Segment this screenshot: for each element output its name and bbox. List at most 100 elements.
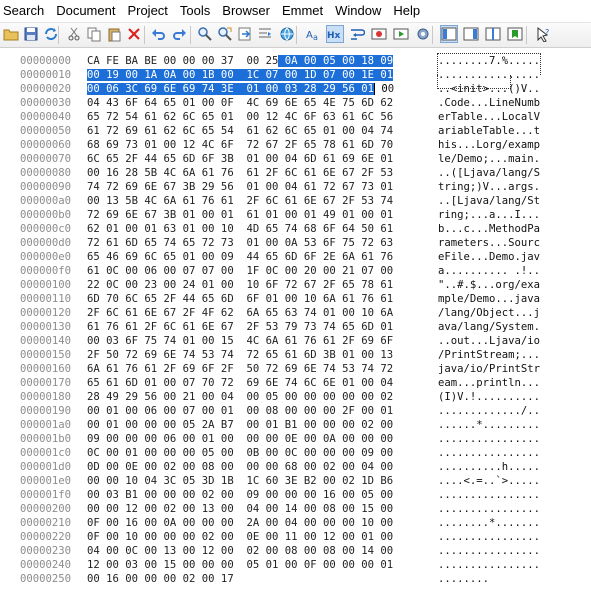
ascii-text[interactable]: ..[Ljava/lang/St: [438, 194, 540, 208]
ascii-text[interactable]: (I)V.!..........: [438, 390, 540, 404]
menu-document[interactable]: Document: [50, 0, 121, 22]
ascii-text[interactable]: ava/lang/System.: [438, 320, 540, 334]
hex-bytes[interactable]: 0F 00 16 00 0A 00 00 00 2A 00 04 00 00 0…: [87, 516, 393, 530]
undo-button[interactable]: [150, 25, 168, 43]
hex-bytes[interactable]: 68 69 73 01 00 12 4C 6F 72 67 2F 65 78 6…: [87, 138, 393, 152]
ascii-text[interactable]: erTable...LocalV: [438, 110, 540, 124]
hex-bytes[interactable]: 00 19 00 1A 0A 00 1B 00 1C 07 00 1D 07 0…: [87, 68, 394, 82]
ascii-text[interactable]: tring;)V...args.: [438, 180, 540, 194]
ascii-text[interactable]: ........7.%.....: [438, 54, 540, 68]
ascii-text[interactable]: ................: [438, 558, 540, 572]
ascii-text[interactable]: b...c...MethodPa: [438, 222, 540, 236]
hex-bytes[interactable]: 00 00 12 00 02 00 13 00 04 00 14 00 08 0…: [87, 502, 393, 516]
find-button[interactable]: [196, 25, 214, 43]
ascii-text[interactable]: ................: [438, 432, 540, 446]
menu-window[interactable]: Window: [329, 0, 387, 22]
hex-bytes[interactable]: CA FE BA BE 00 00 00 37 00 25 0A 00 05 0…: [87, 54, 394, 68]
hex-bytes[interactable]: 61 76 61 2F 6C 61 6E 67 2F 53 79 73 74 6…: [87, 320, 393, 334]
menu-help[interactable]: Help: [387, 0, 426, 22]
hex-bytes[interactable]: 00 03 6F 75 74 01 00 15 4C 6A 61 76 61 2…: [87, 334, 393, 348]
ascii-text[interactable]: ....<.=..`>.....: [438, 474, 540, 488]
ascii-text[interactable]: "..#.$...org/exa: [438, 278, 540, 292]
ascii-text[interactable]: ..........h.....: [438, 460, 540, 474]
text-mode-button[interactable]: Aa: [304, 25, 322, 43]
hex-bytes[interactable]: 00 16 28 5B 4C 6A 61 76 61 2F 6C 61 6E 6…: [87, 166, 393, 180]
ascii-text[interactable]: ................: [438, 544, 540, 558]
hex-bytes[interactable]: 28 49 29 56 00 21 00 04 00 05 00 00 00 0…: [87, 390, 393, 404]
menu-browser[interactable]: Browser: [216, 0, 276, 22]
hex-bytes[interactable]: 6A 61 76 61 2F 69 6F 2F 50 72 69 6E 74 5…: [87, 362, 393, 376]
hex-bytes[interactable]: 0C 00 01 00 00 00 05 00 0B 00 0C 00 00 0…: [87, 446, 393, 460]
find-next-button[interactable]: [236, 25, 254, 43]
cut-button[interactable]: [65, 25, 83, 43]
panel-left-button[interactable]: [440, 25, 458, 43]
find-replace-button[interactable]: [216, 25, 234, 43]
ascii-text[interactable]: eam...println...: [438, 376, 540, 390]
paste-button[interactable]: [105, 25, 123, 43]
hex-bytes[interactable]: 00 13 5B 4C 6A 61 76 61 2F 6C 61 6E 67 2…: [87, 194, 393, 208]
hex-bytes[interactable]: 00 06 3C 69 6E 69 74 3E 01 00 03 28 29 5…: [87, 82, 394, 96]
ascii-text[interactable]: eFile...Demo.jav: [438, 250, 540, 264]
hex-bytes[interactable]: 00 00 10 04 3C 05 3D 1B 1C 60 3E B2 00 0…: [87, 474, 393, 488]
ascii-text[interactable]: ............./..: [438, 404, 540, 418]
hex-bytes[interactable]: 00 03 B1 00 00 00 02 00 09 00 00 00 16 0…: [87, 488, 393, 502]
settings-button[interactable]: [414, 25, 432, 43]
redo-button[interactable]: [170, 25, 188, 43]
hex-bytes[interactable]: 2F 50 72 69 6E 74 53 74 72 65 61 6D 3B 0…: [87, 348, 393, 362]
ascii-text[interactable]: ..([Ljava/lang/S: [438, 166, 540, 180]
ascii-text[interactable]: a.......... .!..: [438, 264, 540, 278]
hex-bytes[interactable]: 61 72 69 61 62 6C 65 54 61 62 6C 65 01 0…: [87, 124, 393, 138]
hex-bytes[interactable]: 00 16 00 00 00 02 00 17: [87, 572, 234, 586]
ascii-text[interactable]: ................: [438, 530, 540, 544]
hex-bytes[interactable]: 65 61 6D 01 00 07 70 72 69 6E 74 6C 6E 0…: [87, 376, 393, 390]
ascii-text[interactable]: ........: [438, 572, 489, 586]
hex-bytes[interactable]: 0D 00 0E 00 02 00 08 00 00 00 68 00 02 0…: [87, 460, 393, 474]
hex-bytes[interactable]: 00 01 00 06 00 07 00 01 00 08 00 00 00 2…: [87, 404, 393, 418]
ascii-text[interactable]: ................: [438, 488, 540, 502]
hex-bytes[interactable]: 0F 00 10 00 00 00 02 00 0E 00 11 00 12 0…: [87, 530, 393, 544]
hex-bytes[interactable]: 6C 65 2F 44 65 6D 6F 3B 01 00 04 6D 61 6…: [87, 152, 393, 166]
ascii-text[interactable]: ........*.......: [438, 516, 540, 530]
ascii-text[interactable]: java/io/PrintStr: [438, 362, 540, 376]
copy-button[interactable]: [85, 25, 103, 43]
hex-bytes[interactable]: 65 46 69 6C 65 01 00 09 44 65 6D 6F 2E 6…: [87, 250, 393, 264]
ascii-text[interactable]: rameters...Sourc: [438, 236, 540, 250]
wrap-button[interactable]: [348, 25, 366, 43]
hex-bytes[interactable]: 2F 6C 61 6E 67 2F 4F 62 6A 65 63 74 01 0…: [87, 306, 393, 320]
ascii-text[interactable]: his...Lorg/examp: [438, 138, 540, 152]
browser-preview-button[interactable]: [278, 25, 296, 43]
hex-bytes[interactable]: 72 61 6D 65 74 65 72 73 01 00 0A 53 6F 7…: [87, 236, 393, 250]
hex-bytes[interactable]: 00 01 00 00 00 05 2A B7 00 01 B1 00 00 0…: [87, 418, 393, 432]
bookmark-button[interactable]: [506, 25, 524, 43]
hex-bytes[interactable]: 04 00 0C 00 13 00 12 00 02 00 08 00 08 0…: [87, 544, 393, 558]
ascii-text[interactable]: ring;...a...I...: [438, 208, 540, 222]
menu-tools[interactable]: Tools: [174, 0, 216, 22]
hex-bytes[interactable]: 62 01 00 01 63 01 00 10 4D 65 74 68 6F 6…: [87, 222, 393, 236]
hex-bytes[interactable]: 6D 70 6C 65 2F 44 65 6D 6F 01 00 10 6A 6…: [87, 292, 393, 306]
ascii-text[interactable]: mple/Demo...java: [438, 292, 540, 306]
hex-bytes[interactable]: 61 0C 00 06 00 07 07 00 1F 0C 00 20 00 2…: [87, 264, 393, 278]
menu-search[interactable]: Search: [0, 0, 50, 22]
ascii-text[interactable]: ................: [438, 502, 540, 516]
ascii-text[interactable]: ................: [438, 68, 540, 82]
delete-button[interactable]: [125, 25, 143, 43]
ascii-text[interactable]: ariableTable...t: [438, 124, 540, 138]
panel-right-button[interactable]: [462, 25, 480, 43]
macro-play-button[interactable]: [392, 25, 410, 43]
ascii-text[interactable]: ..<init>...()V..: [438, 82, 540, 96]
ascii-text[interactable]: ..out...Ljava/io: [438, 334, 540, 348]
ascii-text[interactable]: ................: [438, 446, 540, 460]
ascii-text[interactable]: .Code...LineNumb: [438, 96, 540, 110]
hex-bytes[interactable]: 65 72 54 61 62 6C 65 01 00 12 4C 6F 63 6…: [87, 110, 393, 124]
macro-record-button[interactable]: [370, 25, 388, 43]
ascii-text[interactable]: le/Demo;...main.: [438, 152, 540, 166]
ascii-text[interactable]: /PrintStream;...: [438, 348, 540, 362]
menu-emmet[interactable]: Emmet: [276, 0, 329, 22]
hex-bytes[interactable]: 04 43 6F 64 65 01 00 0F 4C 69 6E 65 4E 7…: [87, 96, 393, 110]
help-button[interactable]: ?: [534, 25, 552, 43]
hex-bytes[interactable]: 12 00 03 00 15 00 00 00 05 01 00 0F 00 0…: [87, 558, 393, 572]
ascii-text[interactable]: /lang/Object...j: [438, 306, 540, 320]
open-folder-button[interactable]: [2, 25, 20, 43]
hex-editor[interactable]: 00000000 CA FE BA BE 00 00 00 37 00 25 0A…: [0, 48, 591, 609]
save-button[interactable]: [22, 25, 40, 43]
